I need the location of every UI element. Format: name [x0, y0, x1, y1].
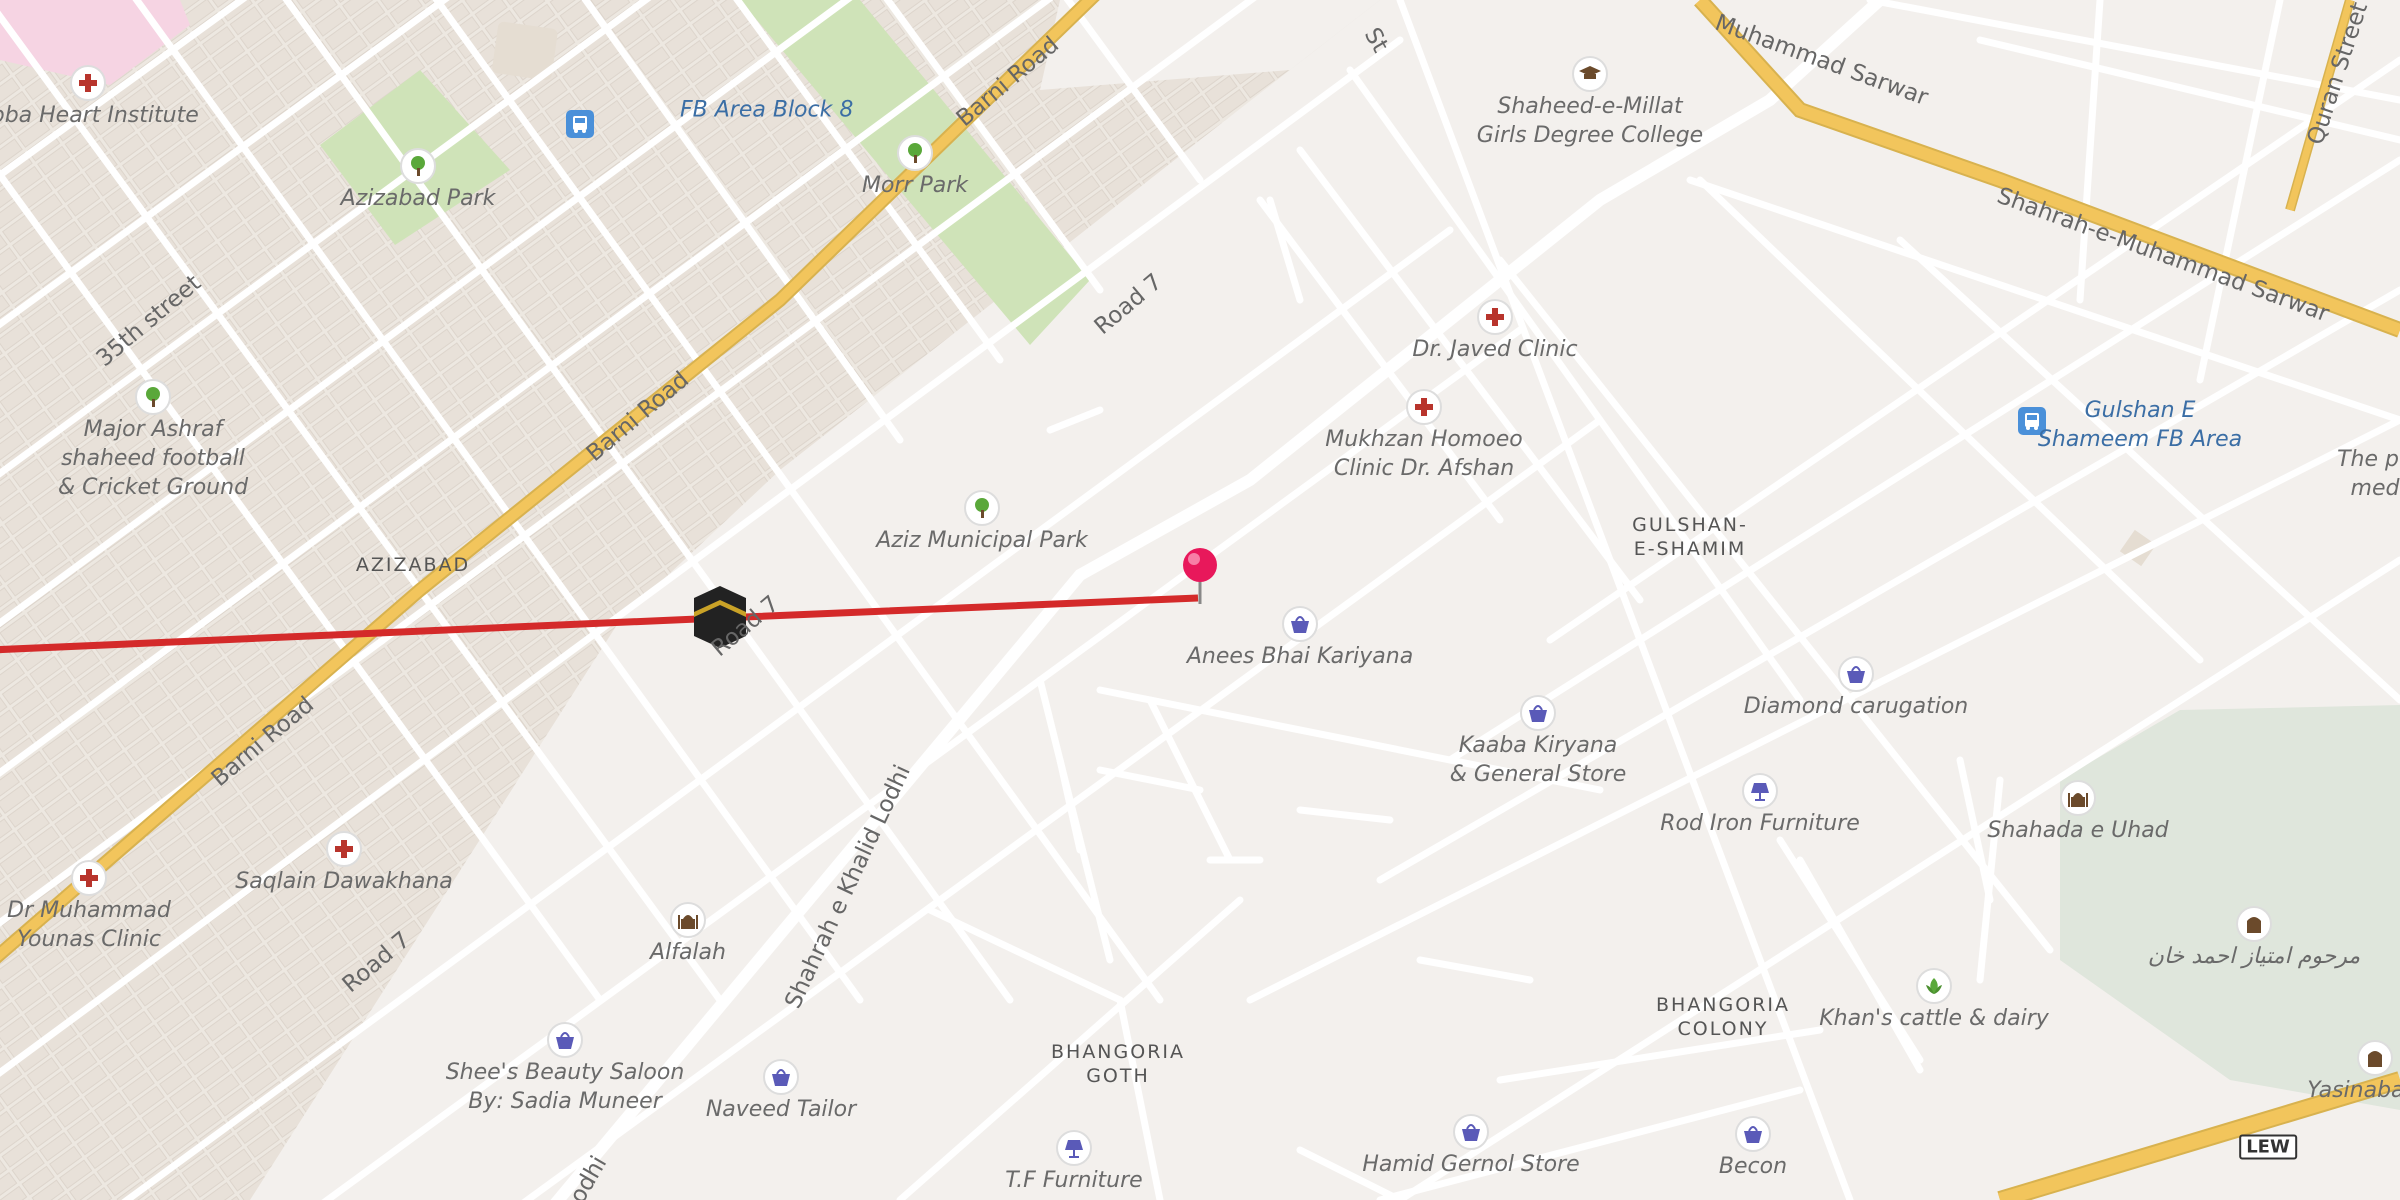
becon-label[interactable]: Becon — [1719, 1152, 1787, 1181]
alfalah-icon[interactable] — [670, 902, 706, 938]
area-gulshan-e-shamim: GULSHAN- E-SHAMIM — [1632, 514, 1748, 560]
shahada-e-uhad-label[interactable]: Shahada e Uhad — [1987, 816, 2168, 845]
dr-javed-clinic-icon[interactable] — [1477, 299, 1513, 335]
saqlain-dawakhana-icon[interactable] — [326, 831, 362, 867]
yasinabad-icon[interactable] — [2357, 1040, 2393, 1076]
anees-bhai-kariyana-icon[interactable] — [1282, 606, 1318, 642]
fb-area-block8-label[interactable]: FB Area Block 8 — [680, 96, 853, 125]
dr-muhammad-younas-clinic-icon[interactable] — [71, 860, 107, 896]
major-ashraf-ground-label[interactable]: Major Ashraf shaheed football & Cricket … — [58, 415, 248, 502]
shees-beauty-saloon-icon[interactable] — [547, 1022, 583, 1058]
shahada-e-uhad-icon[interactable] — [2060, 780, 2096, 816]
kaaba-kiryana-label[interactable]: Kaaba Kiryana & General Store — [1450, 731, 1626, 789]
tf-furniture-label[interactable]: T.F Furniture — [1005, 1166, 1142, 1195]
saqlain-dawakhana-label[interactable]: Saqlain Dawakhana — [235, 867, 453, 896]
area-bhangoria-goth: BHANGORIA GOTH — [1050, 1041, 1186, 1087]
cemetery-area — [2060, 705, 2400, 1110]
fb-area-block8-icon[interactable] — [566, 110, 594, 138]
morr-park-label[interactable]: Morr Park — [862, 171, 968, 200]
khans-cattle-dairy-icon[interactable] — [1916, 968, 1952, 1004]
hamid-gernol-store-label[interactable]: Hamid Gernol Store — [1362, 1150, 1579, 1179]
area-bhangoria-colony: BHANGORIA COLONY — [1655, 994, 1791, 1040]
urdu-tomb-icon[interactable] — [2236, 906, 2272, 942]
alfalah-label[interactable]: Alfalah — [650, 938, 726, 967]
urdu-tomb-label[interactable]: مرحوم امتیاز احمد خان — [2148, 942, 2360, 971]
the-pu-med-label[interactable]: The pu med — [2337, 445, 2400, 503]
map-view[interactable]: abba Heart Institute FB Area Block 8 Aziza… — [0, 0, 2400, 1200]
heart-institute-icon[interactable] — [70, 65, 106, 101]
shees-beauty-saloon-label[interactable]: Shee's Beauty Saloon By: Sadia Muneer — [446, 1058, 685, 1116]
becon-icon[interactable] — [1735, 1116, 1771, 1152]
mukhzan-homoeo-clinic-icon[interactable] — [1406, 389, 1442, 425]
azizabad-park-icon[interactable] — [400, 148, 436, 184]
diamond-carugation-label[interactable]: Diamond carugation — [1744, 692, 1968, 721]
major-ashraf-ground-icon[interactable] — [135, 379, 171, 415]
hamid-gernol-store-icon[interactable] — [1453, 1114, 1489, 1150]
mukhzan-homoeo-clinic-label[interactable]: Mukhzan Homoeo Clinic Dr. Afshan — [1325, 425, 1522, 483]
rod-iron-furniture-label[interactable]: Rod Iron Furniture — [1660, 809, 1860, 838]
lew-route-shield: LEW — [2239, 1134, 2297, 1160]
shaheed-millat-college-label[interactable]: Shaheed-e-Millat Girls Degree College — [1477, 92, 1703, 150]
diamond-carugation-icon[interactable] — [1838, 656, 1874, 692]
khans-cattle-dairy-label[interactable]: Khan's cattle & dairy — [1819, 1004, 2049, 1033]
gulshan-shameem-fb-area-label[interactable]: Gulshan E Shameem FB Area — [2038, 396, 2242, 454]
dr-muhammad-younas-clinic-label[interactable]: Dr Muhammad Younas Clinic — [7, 896, 171, 954]
yasinabad-label[interactable]: Yasinabad Q — [2307, 1076, 2400, 1105]
rod-iron-furniture-icon[interactable] — [1742, 773, 1778, 809]
heart-institute-label[interactable]: abba Heart Institute — [0, 101, 199, 130]
kaaba-kiryana-icon[interactable] — [1520, 695, 1556, 731]
naveed-tailor-label[interactable]: Naveed Tailor — [706, 1095, 856, 1124]
anees-bhai-kariyana-label[interactable]: Anees Bhai Kariyana — [1187, 642, 1413, 671]
shaheed-millat-college-icon[interactable] — [1572, 56, 1608, 92]
dr-javed-clinic-label[interactable]: Dr. Javed Clinic — [1412, 335, 1577, 364]
azizabad-park-label[interactable]: Azizabad Park — [341, 184, 496, 213]
naveed-tailor-icon[interactable] — [763, 1059, 799, 1095]
area-azizabad: AZIZABAD — [355, 554, 471, 576]
aziz-municipal-park-icon[interactable] — [964, 490, 1000, 526]
aziz-municipal-park-label[interactable]: Aziz Municipal Park — [876, 526, 1088, 555]
morr-park-icon[interactable] — [897, 135, 933, 171]
tf-furniture-icon[interactable] — [1056, 1130, 1092, 1166]
